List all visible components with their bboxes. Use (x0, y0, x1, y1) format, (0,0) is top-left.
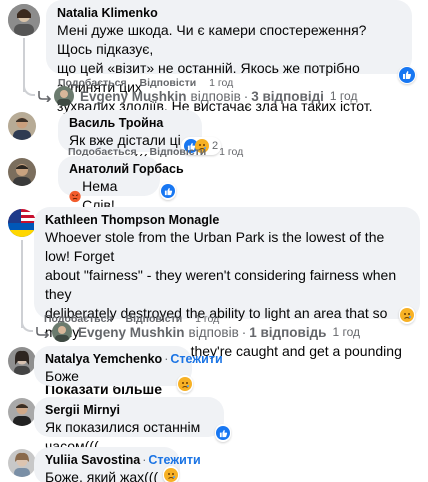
avatar[interactable] (8, 347, 36, 375)
like-icon (161, 184, 175, 198)
separator-dot: · (164, 352, 169, 366)
replied-verb: відповів (190, 88, 241, 104)
avatar[interactable] (8, 4, 40, 36)
reply-time: 1 год (332, 325, 360, 339)
follow-link[interactable]: Стежити (170, 352, 222, 366)
follow-link[interactable]: Стежити (148, 453, 200, 467)
view-replies-link[interactable]: Evgeny Mushkin відповів · 1 відповідь 1 … (36, 322, 360, 342)
comment-text-line: about "fairness" - they weren't consider… (45, 267, 397, 302)
view-replies-link[interactable]: Evgeny Mushkin відповів · 3 відповіді 1 … (38, 86, 357, 106)
comment-time[interactable]: 1 год (219, 146, 243, 158)
comment-author[interactable]: Natalya Yemchenko (45, 352, 162, 366)
comment-bubble: Yuliia Savostina · Стежити Боже, який жах(… (34, 447, 201, 482)
thread-connector (23, 82, 35, 96)
avatar[interactable] (8, 449, 36, 477)
comment-author[interactable]: Kathleen Thompson Monagle (45, 212, 409, 228)
like-icon (216, 426, 230, 440)
sad-icon (400, 308, 414, 322)
replied-verb: відповів (188, 324, 239, 340)
comment-bubble: Natalya Yemchenko · Стежити Боже (34, 346, 223, 386)
reaction-badge[interactable] (215, 424, 231, 442)
comment-author[interactable]: Анатолий Горбась (69, 161, 184, 177)
reaction-badge[interactable] (160, 182, 176, 200)
comment-author-row: Yuliia Savostina · Стежити (45, 452, 201, 468)
reply-time: 1 год (329, 89, 358, 103)
reaction-badge[interactable] (163, 466, 179, 482)
comment-author-row: Natalya Yemchenko · Стежити (45, 351, 223, 367)
comment-text-line: Мені дуже шкода. Чи є камери спостережен… (57, 22, 367, 57)
comment-author[interactable]: Yuliia Savostina (45, 453, 140, 467)
avatar (54, 86, 74, 106)
avatar[interactable] (8, 398, 36, 426)
replier-name: Evgeny Mushkin (78, 324, 185, 340)
comment-bubble: Sergii Mirnyi Як показилися останнім час… (34, 397, 224, 454)
reaction-badge[interactable] (177, 375, 193, 393)
reply-count: 3 відповіді (251, 88, 324, 104)
reply-arrow-icon (36, 327, 50, 338)
separator-dot: · (241, 324, 247, 340)
reply-link[interactable]: Відповісти (150, 146, 207, 158)
comment-author[interactable]: Sergii Mirnyi (45, 402, 213, 418)
separator-dot: · (243, 88, 249, 104)
avatar[interactable] (8, 209, 36, 237)
reaction-badge[interactable] (399, 306, 415, 324)
reply-arrow-icon (38, 91, 52, 102)
reaction-badge[interactable] (398, 66, 416, 84)
separator-dot: · (142, 453, 147, 467)
sad-icon (164, 468, 178, 482)
comment-author[interactable]: Василь Тройна (69, 115, 191, 131)
comment-bubble: Анатолий Горбась Нема Слів! (58, 156, 184, 213)
replier-name: Evgeny Mushkin (80, 88, 187, 104)
angry-emoji-icon (69, 190, 81, 202)
sad-icon (178, 377, 192, 391)
thread-line (21, 240, 23, 328)
reply-count: 1 відповідь (249, 324, 327, 340)
comment-text: Боже, який жах((( (45, 469, 159, 482)
comment-text-line: Whoever stole from the Urban Park is the… (45, 229, 385, 264)
comment-text: Боже (45, 368, 79, 384)
comment-bubble: Natalia Klimenko Мені дуже шкода. Чи є к… (46, 0, 412, 114)
comment-author[interactable]: Natalia Klimenko (57, 5, 401, 21)
avatar[interactable] (8, 112, 36, 140)
comment-bubble: Kathleen Thompson Monagle Whoever stole … (34, 207, 420, 397)
like-icon (399, 67, 415, 83)
avatar (52, 322, 72, 342)
avatar[interactable] (8, 158, 36, 186)
thread-connector (21, 318, 33, 332)
